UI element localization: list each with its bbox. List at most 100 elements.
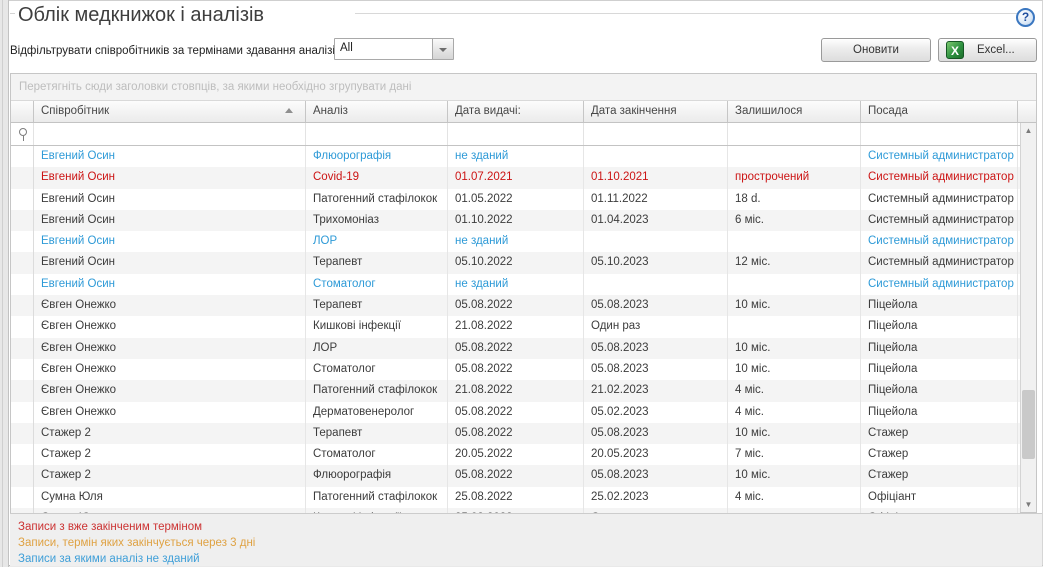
cell-position: Піцейола	[861, 359, 1018, 380]
cell-issued: 21.08.2022	[448, 380, 584, 401]
filter-label: Відфільтрувати співробітників за терміна…	[10, 45, 341, 57]
filter-cell-expires[interactable]	[584, 123, 728, 145]
cell-analysis: Covid-19	[306, 167, 448, 188]
cell-remaining: 4 міс.	[728, 487, 861, 508]
cell-analysis: ЛОР	[306, 231, 448, 252]
table-row[interactable]: Евгений ОсинЛОРне зданийСистемный админи…	[11, 231, 1020, 252]
table-row[interactable]: Сумна ЮляПатогенний стафілокок25.08.2022…	[11, 487, 1020, 508]
table-row[interactable]: Евгений ОсинТрихомоніаз01.10.202201.04.2…	[11, 210, 1020, 231]
scrollbar-thumb[interactable]	[1022, 390, 1035, 459]
medical-records-grid: Перетягніть сюди заголовки стовпців, за …	[10, 73, 1037, 513]
cell-analysis: Флюорографія	[306, 146, 448, 167]
vertical-scrollbar[interactable]: ▲ ▼	[1020, 123, 1036, 512]
analysis-term-filter-select[interactable]: All	[334, 38, 454, 60]
filter-cell-position[interactable]	[861, 123, 1018, 145]
cell-remaining: 18 d.	[728, 189, 861, 210]
cell-remaining	[728, 146, 861, 167]
table-row[interactable]: Евгений ОсинCovid-1901.07.202101.10.2021…	[11, 167, 1020, 188]
table-row[interactable]: Євген ОнежкоКишкові інфекції21.08.2022Од…	[11, 316, 1020, 337]
row-indicator-cell	[11, 316, 34, 337]
cell-remaining: 4 міс.	[728, 402, 861, 423]
table-row[interactable]: Євген ОнежкоТерапевт05.08.202205.08.2023…	[11, 295, 1020, 316]
table-row[interactable]: Євген ОнежкоДерматовенеролог05.08.202205…	[11, 402, 1020, 423]
cell-issued: не зданий	[448, 146, 584, 167]
cell-employee: Євген Онежко	[34, 316, 306, 337]
filter-row-indicator	[11, 123, 34, 145]
cell-remaining	[728, 274, 861, 295]
cell-expires: 01.04.2023	[584, 210, 728, 231]
column-header-analysis[interactable]: Аналіз	[306, 101, 448, 122]
filter-cell-analysis[interactable]	[306, 123, 448, 145]
table-row[interactable]: Євген ОнежкоЛОР05.08.202205.08.202310 мі…	[11, 338, 1020, 359]
table-row[interactable]: Стажер 2Терапевт05.08.202205.08.202310 м…	[11, 423, 1020, 444]
cell-expires: 20.05.2023	[584, 444, 728, 465]
cell-expires: 05.08.2023	[584, 359, 728, 380]
table-row[interactable]: Евгений ОсинТерапевт05.10.202205.10.2023…	[11, 252, 1020, 273]
header-indicator-cell	[11, 101, 34, 122]
table-row[interactable]: Стажер 2Флюорографія05.08.202205.08.2023…	[11, 465, 1020, 486]
medical-records-panel: Облік медкнижок і аналізів ? Відфільтрув…	[9, 0, 1043, 566]
cell-issued: 20.05.2022	[448, 444, 584, 465]
cell-employee: Евгений Осин	[34, 146, 306, 167]
cell-remaining: 10 міс.	[728, 465, 861, 486]
table-row[interactable]: Стажер 2Стоматолог20.05.202220.05.20237 …	[11, 444, 1020, 465]
cell-analysis: Кишкові інфекції	[306, 316, 448, 337]
grid-filter-row	[11, 123, 1036, 146]
help-icon[interactable]: ?	[1016, 8, 1035, 27]
filter-cell-remaining[interactable]	[728, 123, 861, 145]
cell-issued: не зданий	[448, 274, 584, 295]
cell-issued: 05.08.2022	[448, 338, 584, 359]
cell-expires: 05.08.2023	[584, 423, 728, 444]
column-header-issued[interactable]: Дата видачі:	[448, 101, 584, 122]
refresh-button[interactable]: Оновити	[821, 38, 931, 62]
row-indicator-cell	[11, 295, 34, 316]
scroll-down-icon[interactable]: ▼	[1021, 497, 1036, 512]
cell-analysis: Терапевт	[306, 252, 448, 273]
column-header-remaining[interactable]: Залишилося	[728, 101, 861, 122]
cell-expires: 05.08.2023	[584, 295, 728, 316]
row-indicator-cell	[11, 359, 34, 380]
scroll-up-icon[interactable]: ▲	[1021, 123, 1036, 138]
cell-remaining: 10 міс.	[728, 338, 861, 359]
cell-employee: Євген Онежко	[34, 338, 306, 359]
legend-panel: Записи з вже закінченим терміномЗаписи, …	[10, 513, 1042, 566]
row-indicator-cell	[11, 231, 34, 252]
column-header-employee[interactable]: Співробітник	[34, 101, 306, 122]
cell-remaining: прострочений	[728, 167, 861, 188]
table-row[interactable]: Евгений ОсинФлюорографіяне зданийСистемн…	[11, 146, 1020, 167]
cell-remaining: 4 міс.	[728, 380, 861, 401]
cell-remaining: 10 міс.	[728, 423, 861, 444]
cell-employee: Євген Онежко	[34, 402, 306, 423]
cell-issued: 05.08.2022	[448, 295, 584, 316]
filter-cell-employee[interactable]	[34, 123, 306, 145]
column-header-position[interactable]: Посада	[861, 101, 1018, 122]
sort-asc-icon	[285, 108, 293, 113]
left-splitter-rail[interactable]	[0, 0, 9, 567]
table-row[interactable]: Евгений ОсинСтоматологне зданийСистемный…	[11, 274, 1020, 295]
legend-item: Записи за якими аналіз не зданий	[18, 551, 1042, 567]
table-row[interactable]: Евгений ОсинПатогенний стафілокок01.05.2…	[11, 189, 1020, 210]
row-indicator-cell	[11, 189, 34, 210]
cell-expires: 21.02.2023	[584, 380, 728, 401]
cell-issued: 01.10.2022	[448, 210, 584, 231]
chevron-down-icon[interactable]	[432, 39, 453, 59]
cell-analysis: Терапевт	[306, 295, 448, 316]
group-by-panel[interactable]: Перетягніть сюди заголовки стовпців, за …	[11, 74, 1036, 101]
row-indicator-cell	[11, 402, 34, 423]
table-row[interactable]: Євген ОнежкоПатогенний стафілокок21.08.2…	[11, 380, 1020, 401]
cell-analysis: Патогенний стафілокок	[306, 380, 448, 401]
cell-position: Системный администратор	[861, 274, 1018, 295]
legend-item: Записи з вже закінченим терміном	[18, 519, 1042, 535]
cell-employee: Евгений Осин	[34, 167, 306, 188]
cell-issued: 05.08.2022	[448, 359, 584, 380]
cell-position: Піцейола	[861, 295, 1018, 316]
cell-position: Системный администратор	[861, 210, 1018, 231]
excel-export-button[interactable]: X Excel...	[938, 38, 1037, 62]
table-row[interactable]: Євген ОнежкоСтоматолог05.08.202205.08.20…	[11, 359, 1020, 380]
cell-position: Піцейола	[861, 338, 1018, 359]
cell-employee: Евгений Осин	[34, 231, 306, 252]
column-header-expires[interactable]: Дата закінчення	[584, 101, 728, 122]
cell-employee: Євген Онежко	[34, 295, 306, 316]
filter-cell-issued[interactable]	[448, 123, 584, 145]
cell-position: Стажер	[861, 465, 1018, 486]
